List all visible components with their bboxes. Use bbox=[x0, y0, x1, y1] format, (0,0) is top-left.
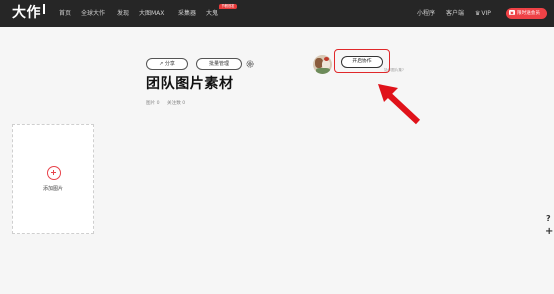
annotation-arrow-icon bbox=[378, 84, 421, 125]
nav-item-client[interactable]: 客户端 bbox=[446, 9, 464, 18]
help-button[interactable]: ? bbox=[546, 214, 551, 224]
follower-count: 关注数 0 bbox=[167, 101, 186, 106]
batch-manage-button[interactable]: 批量管理 bbox=[196, 58, 242, 70]
nav-item-discover[interactable]: 发现 bbox=[117, 9, 129, 18]
logo[interactable]: 大作 bbox=[12, 4, 45, 22]
stats: 图片 0 关注数 0 bbox=[146, 101, 191, 107]
page-title: 团队图片素材 bbox=[146, 76, 234, 92]
logo-text: 大作 bbox=[12, 5, 41, 21]
share-button[interactable]: ↗ 分享 bbox=[146, 58, 188, 70]
add-image-label: 添加图片 bbox=[42, 186, 63, 192]
vip-label: VIP bbox=[481, 10, 491, 17]
annotation-highlight-box bbox=[334, 49, 390, 73]
avatar[interactable] bbox=[313, 55, 332, 74]
add-image-card[interactable]: 添加图片 bbox=[12, 124, 94, 234]
logo-mark bbox=[43, 4, 45, 14]
nav-item-max[interactable]: 大图MAX bbox=[139, 9, 164, 18]
new-badge: 节假首发 bbox=[219, 4, 237, 9]
image-count: 图片 0 bbox=[146, 101, 160, 106]
top-nav: 大作 首页 全球大作 发现 大图MAX 采集器 大鬼 节假首发 小程序 客户端 … bbox=[0, 0, 554, 27]
nav-item-home[interactable]: 首页 bbox=[59, 9, 71, 18]
side-plus-button[interactable]: + bbox=[545, 226, 553, 238]
gift-button[interactable]: ▣ 限时送会员 bbox=[506, 8, 547, 19]
nav-item-vip[interactable]: ♛VIP bbox=[475, 9, 491, 18]
gear-icon[interactable] bbox=[245, 59, 255, 69]
nav-item-collector[interactable]: 采集器 bbox=[178, 9, 196, 18]
nav-item-global[interactable]: 全球大作 bbox=[81, 9, 105, 18]
vip-icon: ♛ bbox=[475, 10, 481, 17]
add-circle-icon bbox=[47, 166, 61, 180]
gift-icon: ▣ bbox=[509, 10, 515, 15]
gift-label: 限时送会员 bbox=[517, 11, 540, 16]
nav-item-miniprogram[interactable]: 小程序 bbox=[417, 9, 435, 18]
nav-item-daxiang[interactable]: 大鬼 bbox=[206, 9, 218, 18]
